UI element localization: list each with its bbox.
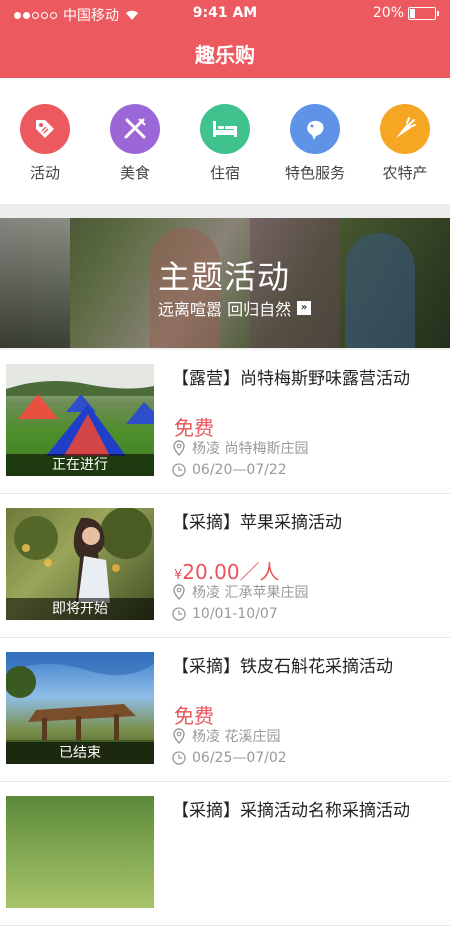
activity-list: 正在进行 【露营】尚特梅斯野味露营活动 免费 杨凌 尚特梅斯庄园 06/20—0… [0,350,450,926]
status-badge: 已结束 [6,742,154,764]
clock-icon [172,607,186,621]
activity-location: 杨凌 尚特梅斯庄园 [172,438,308,458]
category-food[interactable]: 美食 [90,78,180,204]
list-item[interactable]: 正在进行 【露营】尚特梅斯野味露营活动 免费 杨凌 尚特梅斯庄园 06/20—0… [0,350,450,494]
section-divider [0,204,450,218]
double-arrow-icon: » [297,301,312,315]
list-item[interactable]: 【采摘】采摘活动名称采摘活动 [0,782,450,926]
activity-price: 免费 [174,704,214,728]
activity-title: 【露营】尚特梅斯野味露营活动 [172,369,410,389]
category-label: 农特产 [382,164,428,182]
theme-banner[interactable]: 主题活动 远离喧嚣 回归自然 » [0,218,450,348]
category-activity[interactable]: 活动 [0,78,90,204]
activity-thumbnail: 即将开始 [6,508,154,620]
banner-subtitle: 远离喧嚣 回归自然 » [158,296,312,320]
battery-icon [408,6,439,20]
battery-info: 20% [372,5,439,21]
location-text: 杨凌 汇承苹果庄园 [192,585,309,601]
price-value: 20.00／人 [182,560,280,584]
activity-location: 杨凌 汇承苹果庄园 [172,582,308,602]
carrot-icon [380,104,430,154]
status-badge: 正在进行 [6,454,154,476]
location-pin-icon [173,440,185,456]
location-pin-icon [173,584,185,600]
bed-icon [200,104,250,154]
banner-subtitle-text: 远离喧嚣 回归自然 [158,300,292,319]
location-pin-icon [173,728,185,744]
tag-icon [20,104,70,154]
activity-location: 杨凌 花溪庄园 [172,726,280,746]
category-label: 活动 [29,164,60,182]
date-text: 06/25—07/02 [192,750,287,766]
service-icon [290,104,340,154]
clock-icon [172,751,186,765]
category-label: 住宿 [209,164,240,182]
activity-thumbnail: 已结束 [6,652,154,764]
activity-price: ¥20.00／人 [174,556,280,585]
location-text: 杨凌 花溪庄园 [192,729,281,745]
activity-thumbnail [6,796,154,908]
activity-date: 06/25—07/02 [172,750,287,766]
page-title: 趣乐购 [195,42,255,67]
status-bar: 中国移动 9:41 AM 20% [0,0,450,28]
activity-price: 免费 [174,416,214,440]
activity-title: 【采摘】苹果采摘活动 [172,513,342,533]
category-lodging[interactable]: 住宿 [180,78,270,204]
utensils-icon [110,104,160,154]
date-text: 10/01-10/07 [192,606,278,622]
category-farm-products[interactable]: 农特产 [360,78,450,204]
category-label: 特色服务 [284,164,345,182]
status-badge: 即将开始 [6,598,154,620]
clock-icon [172,463,186,477]
category-nav: 活动 美食 住宿 特色服务 农特产 [0,78,450,204]
activity-title: 【采摘】铁皮石斛花采摘活动 [172,657,393,677]
app-header: 趣乐购 [0,28,450,78]
location-text: 杨凌 尚特梅斯庄园 [192,441,309,457]
activity-date: 10/01-10/07 [172,606,278,622]
list-item[interactable]: 即将开始 【采摘】苹果采摘活动 ¥20.00／人 杨凌 汇承苹果庄园 10/01… [0,494,450,638]
date-text: 06/20—07/22 [192,462,287,478]
category-label: 美食 [119,164,150,182]
banner-title: 主题活动 [158,258,291,296]
list-item[interactable]: 已结束 【采摘】铁皮石斛花采摘活动 免费 杨凌 花溪庄园 06/25—07/02 [0,638,450,782]
activity-thumbnail: 正在进行 [6,364,154,476]
battery-percent: 20% [372,5,404,21]
category-services[interactable]: 特色服务 [270,78,360,204]
activity-date: 06/20—07/22 [172,462,287,478]
